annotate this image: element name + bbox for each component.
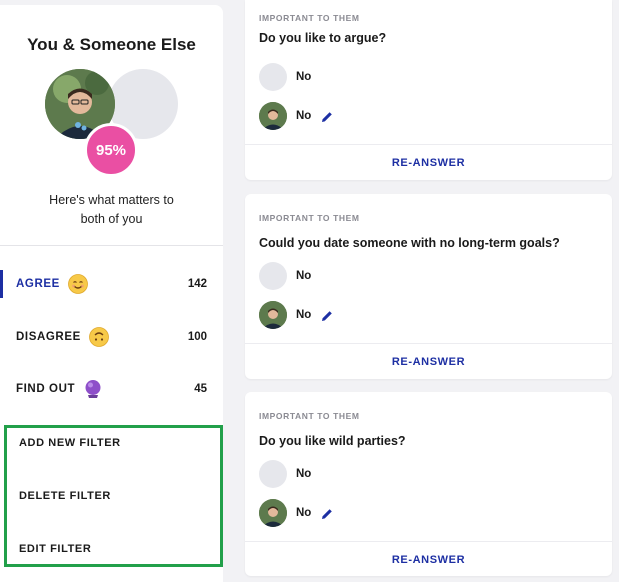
- match-subtitle: Here's what matters to both of you: [49, 193, 174, 226]
- their-answer: No: [296, 270, 312, 282]
- filter-actions-box: ADD NEW FILTER DELETE FILTER EDIT FILTER: [4, 425, 223, 567]
- category-count: 100: [187, 331, 207, 343]
- question-card: IMPORTANT TO THEM Do you like wild parti…: [245, 392, 612, 576]
- category-label: FIND OUT: [16, 383, 76, 395]
- category-label: DISAGREE: [16, 331, 81, 343]
- smiling-face-icon: [68, 274, 88, 294]
- upside-down-face-icon: [88, 327, 109, 347]
- edit-filter-button[interactable]: EDIT FILTER: [19, 543, 91, 555]
- category-count: 142: [187, 278, 207, 290]
- their-avatar-placeholder: [259, 63, 287, 91]
- card-divider: [245, 541, 612, 542]
- question-text: Do you like to argue?: [259, 31, 387, 45]
- re-answer-button[interactable]: RE-ANSWER: [245, 356, 612, 368]
- your-answer-row: No: [259, 499, 333, 527]
- card-divider: [245, 343, 612, 344]
- crystal-ball-icon: [83, 379, 103, 399]
- delete-filter-button[interactable]: DELETE FILTER: [19, 490, 111, 502]
- question-card: IMPORTANT TO THEM Could you date someone…: [245, 194, 612, 379]
- question-text: Do you like wild parties?: [259, 434, 406, 448]
- match-sidebar: You & Someone Else 95% Here's what matte…: [0, 5, 223, 582]
- your-avatar: [259, 102, 287, 130]
- category-agree[interactable]: AGREE 142: [0, 266, 223, 302]
- importance-tag: IMPORTANT TO THEM: [259, 411, 360, 421]
- question-card: IMPORTANT TO THEM Do you like to argue? …: [245, 0, 612, 180]
- pencil-icon[interactable]: [321, 507, 333, 519]
- your-answer: No: [296, 110, 312, 122]
- pencil-icon[interactable]: [321, 110, 333, 122]
- their-answer-row: No: [259, 460, 311, 488]
- your-answer-row: No: [259, 102, 333, 130]
- match-title: You & Someone Else: [27, 35, 196, 54]
- their-answer: No: [296, 71, 312, 83]
- their-answer-row: No: [259, 63, 311, 91]
- re-answer-button[interactable]: RE-ANSWER: [245, 157, 612, 169]
- their-avatar-placeholder: [259, 262, 287, 290]
- your-answer-row: No: [259, 301, 333, 329]
- category-find-out[interactable]: FIND OUT 45: [0, 371, 223, 407]
- importance-tag: IMPORTANT TO THEM: [259, 213, 360, 223]
- pencil-icon[interactable]: [321, 309, 333, 321]
- their-answer: No: [296, 468, 312, 480]
- category-disagree[interactable]: DISAGREE 100: [0, 319, 223, 355]
- match-percentage-badge: 95%: [84, 123, 138, 177]
- your-answer: No: [296, 309, 312, 321]
- their-answer-row: No: [259, 262, 311, 290]
- your-avatar: [259, 499, 287, 527]
- your-avatar: [259, 301, 287, 329]
- sidebar-divider: [0, 245, 223, 246]
- importance-tag: IMPORTANT TO THEM: [259, 13, 360, 23]
- add-new-filter-button[interactable]: ADD NEW FILTER: [19, 437, 121, 449]
- your-answer: No: [296, 507, 312, 519]
- card-divider: [245, 144, 612, 145]
- category-label: AGREE: [16, 278, 60, 290]
- question-text: Could you date someone with no long-term…: [259, 236, 560, 250]
- their-avatar-placeholder: [259, 460, 287, 488]
- category-count: 45: [194, 383, 207, 395]
- re-answer-button[interactable]: RE-ANSWER: [245, 554, 612, 566]
